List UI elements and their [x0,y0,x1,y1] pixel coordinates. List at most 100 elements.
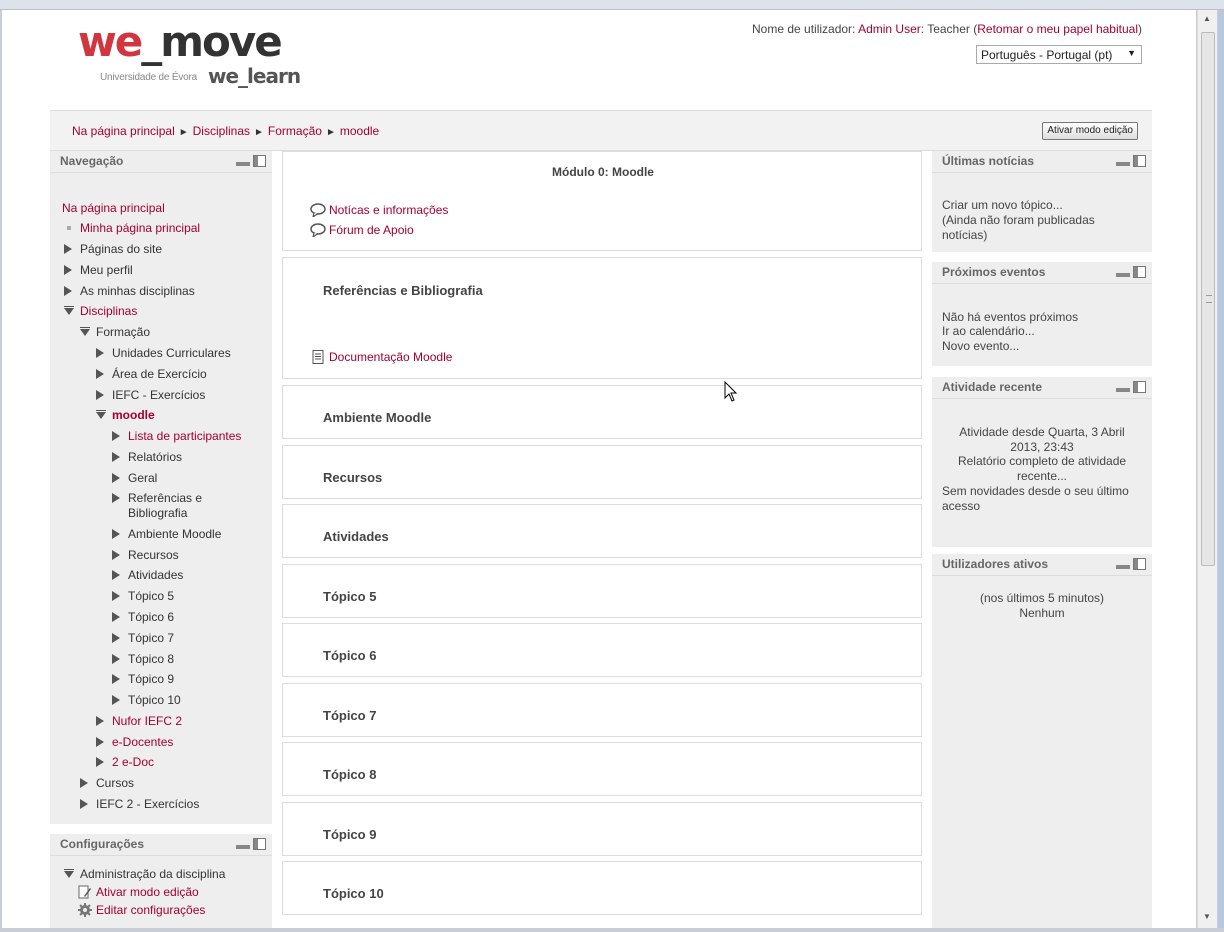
nav-iefc-2-exercicios[interactable]: IEFC 2 - Exercícios [96,797,199,811]
expand-arrow-icon[interactable] [96,348,104,358]
settings-block-header: Configurações [50,834,272,856]
breadcrumb-moodle[interactable]: moodle [340,124,379,138]
settings-course-admin[interactable]: Administração da disciplina [80,867,225,881]
nav-my-home[interactable]: Minha página principal [80,221,200,235]
expand-arrow-icon[interactable] [112,493,120,503]
resource-documentation[interactable]: Documentação Moodle [312,350,452,364]
collapse-arrow-icon[interactable] [96,410,106,419]
nav-area-exercicio[interactable]: Área de Exercício [112,367,207,381]
forum-support-link[interactable]: Fórum de Apoio [329,223,414,237]
nav-disciplinas[interactable]: Disciplinas [80,304,137,318]
nav-nufor-iefc-2[interactable]: Nufor IEFC 2 [112,714,182,728]
nav-my-courses[interactable]: As minhas disciplinas [80,284,195,298]
expand-arrow-icon[interactable] [112,633,120,643]
full-report-link-line1[interactable]: Relatório completo de atividade [932,454,1152,469]
new-event-link[interactable]: Novo evento... [942,339,1019,354]
minimize-icon[interactable] [1116,162,1130,166]
breadcrumb-formacao[interactable]: Formação [268,124,322,138]
collapse-arrow-icon[interactable] [64,306,74,315]
nav-moodle-course[interactable]: moodle [112,408,155,422]
language-select[interactable]: Português - Portugal (pt) ▼ [976,45,1142,64]
nav-topico-7[interactable]: Tópico 7 [128,631,174,645]
site-logo[interactable]: we_move Universidade de Évora we_learn [78,20,318,100]
expand-arrow-icon[interactable] [112,695,120,705]
scroll-up-icon[interactable]: ▲ [1203,14,1211,23]
expand-arrow-icon[interactable] [96,390,104,400]
collapse-arrow-icon[interactable] [64,869,74,878]
return-role-link[interactable]: Retomar o meu papel habitual [977,22,1138,36]
new-topic-link[interactable]: Criar um novo tópico... [942,198,1063,213]
section-topico-9: Tópico 9 [282,802,922,856]
expand-arrow-icon[interactable] [112,431,120,441]
nav-recursos[interactable]: Recursos [128,548,179,562]
full-report-link-line2[interactable]: recente... [932,469,1152,484]
nav-home[interactable]: Na página principal [62,201,165,215]
expand-arrow-icon[interactable] [64,265,72,275]
nav-iefc-exercicios[interactable]: IEFC - Exercícios [112,388,205,402]
expand-arrow-icon[interactable] [96,737,104,747]
breadcrumb-home[interactable]: Na página principal [72,124,175,138]
dock-icon[interactable] [253,155,266,167]
nav-cursos[interactable]: Cursos [96,776,134,790]
scroll-down-icon[interactable]: ▼ [1203,912,1211,921]
calendar-link[interactable]: Ir ao calendário... [942,324,1035,339]
dock-icon[interactable] [1133,155,1146,167]
minimize-icon[interactable] [236,845,250,849]
expand-arrow-icon[interactable] [80,778,88,788]
nav-site-pages[interactable]: Páginas do site [80,242,162,256]
expand-arrow-icon[interactable] [96,757,104,767]
resource-documentation-link[interactable]: Documentação Moodle [329,350,452,364]
forum-support[interactable]: Fórum de Apoio [310,223,414,237]
nav-reports[interactable]: Relatórios [128,450,182,464]
vertical-scrollbar[interactable]: ▲ ▼ [1197,10,1217,928]
nav-topico-5[interactable]: Tópico 5 [128,589,174,603]
nav-topico-9[interactable]: Tópico 9 [128,672,174,686]
expand-arrow-icon[interactable] [96,369,104,379]
nav-topico-10[interactable]: Tópico 10 [128,693,181,707]
expand-arrow-icon[interactable] [112,529,120,539]
login-user-link[interactable]: Admin User [858,22,921,36]
nav-e-docentes[interactable]: e-Docentes [112,735,173,749]
nav-topico-6[interactable]: Tópico 6 [128,610,174,624]
dock-icon[interactable] [1133,381,1146,393]
breadcrumb-disciplinas[interactable]: Disciplinas [193,124,250,138]
expand-arrow-icon[interactable] [96,716,104,726]
expand-arrow-icon[interactable] [64,286,72,296]
expand-arrow-icon[interactable] [112,452,120,462]
minimize-icon[interactable] [1116,565,1130,569]
nav-formacao[interactable]: Formação [96,325,150,339]
nav-unidades-curriculares[interactable]: Unidades Curriculares [112,346,231,360]
expand-arrow-icon[interactable] [112,654,120,664]
dock-icon[interactable] [1133,266,1146,278]
nav-my-profile[interactable]: Meu perfil [80,263,133,277]
expand-arrow-icon[interactable] [112,473,120,483]
expand-arrow-icon[interactable] [112,591,120,601]
nav-2-e-doc[interactable]: 2 e-Doc [112,755,154,769]
nav-topico-8[interactable]: Tópico 8 [128,652,174,666]
settings-edit-settings[interactable]: Editar configurações [96,903,205,917]
collapse-arrow-icon[interactable] [80,327,90,336]
nav-general[interactable]: Geral [128,471,157,485]
expand-arrow-icon[interactable] [112,550,120,560]
dock-icon[interactable] [1133,558,1146,570]
scrollbar-thumb[interactable] [1201,32,1215,566]
nav-ambiente-moodle[interactable]: Ambiente Moodle [128,527,221,541]
expand-arrow-icon[interactable] [64,244,72,254]
turn-editing-on-button[interactable]: Ativar modo edição [1042,122,1138,140]
nav-references-line1[interactable]: Referências e [128,491,202,505]
forum-news[interactable]: Notícas e informações [310,203,448,217]
minimize-icon[interactable] [236,162,250,166]
expand-arrow-icon[interactable] [112,612,120,622]
settings-turn-editing-on[interactable]: Ativar modo edição [96,885,199,899]
nav-participants[interactable]: Lista de participantes [128,429,241,443]
minimize-icon[interactable] [1116,273,1130,277]
nav-references-line2[interactable]: Bibliografia [128,506,187,520]
section-title: Tópico 7 [323,708,377,723]
minimize-icon[interactable] [1116,388,1130,392]
forum-news-link[interactable]: Notícas e informações [329,203,448,217]
expand-arrow-icon[interactable] [112,674,120,684]
dock-icon[interactable] [253,838,266,850]
expand-arrow-icon[interactable] [80,799,88,809]
nav-atividades[interactable]: Atividades [128,568,183,582]
expand-arrow-icon[interactable] [112,570,120,580]
